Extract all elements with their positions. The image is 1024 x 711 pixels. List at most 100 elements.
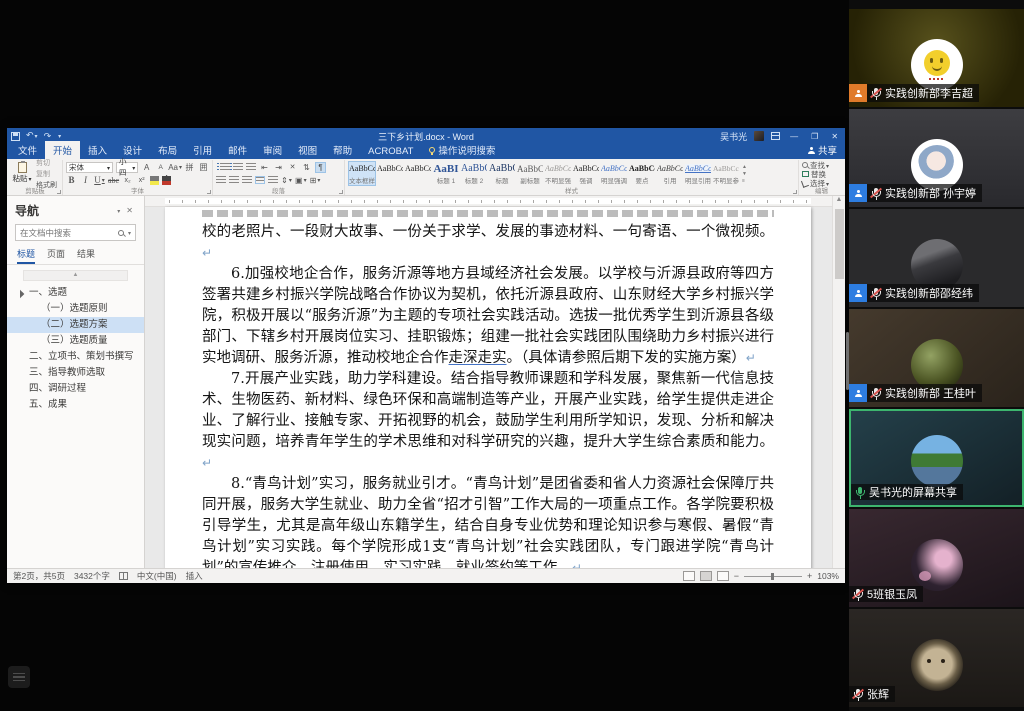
document-page[interactable]: 校的老照片、一段财大故事、一份关于求学、发展的事迹材料、一句寄语、一个微视频。↵… [165,207,811,568]
style-item[interactable]: AaBbCcD不明显强调 [544,161,572,186]
undo-icon[interactable]: ↶ [26,131,38,142]
paste-button[interactable]: 粘贴 [11,161,33,185]
minimize-button[interactable]: — [787,132,801,141]
nav-heading-item[interactable]: 三、指导教师选取 [7,365,144,381]
participant-tile[interactable]: 实践创新部 王桂叶 [849,309,1024,407]
tab-review[interactable]: 审阅 [255,141,290,159]
gallery-up-icon[interactable]: ▲ [742,164,747,170]
italic-button[interactable]: I [80,175,91,186]
style-item[interactable]: AaBbCcD文本框样式 [348,161,376,186]
proofing-book-icon[interactable] [119,572,128,580]
language-indicator[interactable]: 中文(中国) [137,570,177,582]
decrease-indent-icon[interactable]: ⇤ [259,162,270,173]
zoom-level[interactable]: 103% [817,571,839,581]
nav-heading-item[interactable]: （三）选题质量 [7,333,144,349]
tab-references[interactable]: 引用 [185,141,220,159]
font-name-combobox[interactable]: 宋体 [66,162,113,173]
gallery-down-icon[interactable]: ▼ [742,171,747,177]
style-item[interactable]: AaBbCcD→无间隔 [404,161,432,186]
tab-layout[interactable]: 布局 [150,141,185,159]
style-item[interactable]: AaBbCcD→正文 [376,161,404,186]
tab-insert[interactable]: 插入 [80,141,115,159]
borders-icon[interactable]: ⊞ [310,175,321,186]
style-item[interactable]: AaBbCcD强调 [572,161,600,186]
grow-font-button[interactable]: A [141,162,152,173]
style-item[interactable]: AaBbC标题 [488,161,516,186]
restore-button[interactable]: ❐ [808,132,821,141]
style-item[interactable]: AaBbCcDi不明显参考 [712,161,740,186]
nav-options-icon[interactable] [113,206,123,215]
tab-acrobat[interactable]: ACROBAT [360,144,421,159]
style-item[interactable]: AaBbCcD明显引用 [684,161,712,186]
tab-view[interactable]: 视图 [290,141,325,159]
change-case-button[interactable]: Aa [169,162,181,173]
tab-home[interactable]: 开始 [45,141,80,159]
search-options-icon[interactable] [127,227,131,238]
zoom-slider[interactable] [744,576,802,577]
nav-tab-pages[interactable]: 页面 [47,247,65,261]
distribute-icon[interactable] [268,176,278,184]
font-size-combobox[interactable]: 小四 [116,162,138,173]
close-button[interactable]: ✕ [828,132,841,141]
text-highlight-icon[interactable] [150,176,159,185]
bold-button[interactable]: B [66,175,77,186]
print-layout-icon[interactable] [700,571,712,581]
styles-dialog-launcher-icon[interactable] [793,190,797,194]
nav-scroll-up-icon[interactable]: ▲ [23,270,128,281]
subscript-button[interactable]: x₂ [122,175,133,186]
character-border-button[interactable]: 囲 [198,162,209,173]
tab-file[interactable]: 文件 [10,141,45,159]
gallery-expand-icon[interactable]: ≡ [742,178,747,184]
font-color-icon[interactable]: A [162,176,171,185]
superscript-button[interactable]: x² [136,175,147,186]
copy-button[interactable]: 复制 [36,169,57,179]
align-left-icon[interactable] [216,176,226,184]
nav-heading-item[interactable]: 一、选题 [7,285,144,301]
participant-tile[interactable]: 张辉 [849,609,1024,707]
meeting-toolbar-toggle[interactable] [8,666,30,688]
clipboard-dialog-launcher-icon[interactable] [57,190,61,194]
insert-mode-indicator[interactable]: 插入 [186,570,203,582]
participant-tile[interactable]: 实践创新部邵经纬 [849,209,1024,307]
customize-qat-icon[interactable] [57,131,61,142]
ribbon-display-options-icon[interactable] [771,132,780,140]
style-item[interactable]: AaBI标题 1 [432,161,460,186]
share-button[interactable]: 共享 [808,143,837,159]
word-count[interactable]: 3432个字 [74,570,110,582]
tell-me-search[interactable]: 操作说明搜索 [429,143,495,159]
save-icon[interactable] [11,132,20,141]
participant-tile[interactable]: 实践创新部李吉超 [849,9,1024,107]
justify-icon[interactable] [255,176,265,184]
zoom-in-button[interactable]: + [807,571,812,581]
style-item[interactable]: AaBbCcD明显强调 [600,161,628,186]
style-item[interactable]: AaBbCcD要点 [628,161,656,186]
tab-help[interactable]: 帮助 [325,141,360,159]
page-indicator[interactable]: 第2页，共5页 [13,570,65,582]
nav-heading-item[interactable]: （一）选题原则 [7,301,144,317]
phonetic-guide-button[interactable]: 拼 [184,162,195,173]
sort-icon[interactable]: ⇅ [301,162,312,173]
nav-tab-headings[interactable]: 标题 [17,247,35,264]
read-mode-icon[interactable] [683,571,695,581]
web-layout-icon[interactable] [717,571,729,581]
strikethrough-button[interactable]: abc [108,175,119,186]
nav-search-box[interactable] [15,224,136,241]
shrink-font-button[interactable]: A [155,162,166,173]
nav-heading-item-selected[interactable]: （二）选题方案 [7,317,144,333]
shading-icon[interactable]: ▣ [295,175,307,186]
tab-mailings[interactable]: 邮件 [220,141,255,159]
align-right-icon[interactable] [242,176,252,184]
participant-tile-screen-share[interactable]: 吴书光的屏幕共享 [849,409,1024,507]
scrollbar-thumb[interactable] [835,209,844,279]
numbering-icon[interactable] [233,163,243,171]
asian-layout-icon[interactable]: ✕ [287,162,298,173]
paragraph-dialog-launcher-icon[interactable] [339,190,343,194]
align-center-icon[interactable] [229,176,239,184]
style-item[interactable]: AaBbCcD引用 [656,161,684,186]
nav-tab-results[interactable]: 结果 [77,247,95,261]
participant-tile[interactable]: 实践创新部 孙宇婷 [849,109,1024,207]
nav-heading-item[interactable]: 四、调研过程 [7,381,144,397]
vertical-scrollbar[interactable]: ▲ [832,196,845,568]
increase-indent-icon[interactable]: ⇥ [273,162,284,173]
account-name[interactable]: 吴书光 [720,130,747,143]
